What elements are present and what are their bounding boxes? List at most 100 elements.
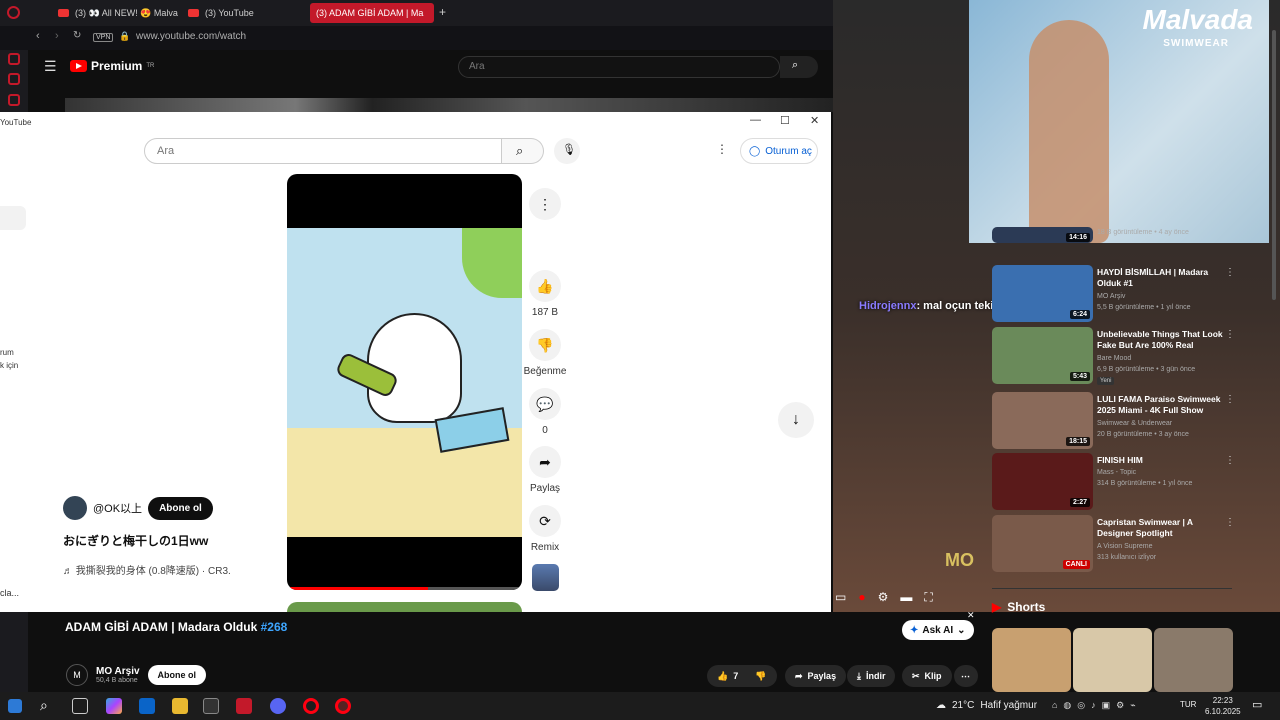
more-vert-icon[interactable]: ⋮ — [1225, 329, 1235, 340]
tab-1[interactable]: (3) 👀 All NEW! 😍 Malva — [52, 3, 184, 23]
vpn-badge[interactable]: VPN — [93, 33, 114, 42]
list-item[interactable]: 18:15 LULI FAMA Paraiso Swimweek 2025 Mi… — [992, 392, 1242, 450]
file-explorer-icon[interactable] — [172, 698, 188, 714]
short-video-player[interactable] — [287, 174, 522, 590]
remix-button[interactable]: ⟳ Remix — [529, 505, 561, 553]
autoplay-toggle-icon[interactable]: ● — [858, 590, 865, 604]
short-music[interactable]: ♬ 我撕裂我的身体 (0.8降速版) · CR3. — [63, 562, 231, 577]
live-badge: CANLI — [1062, 560, 1090, 569]
tab-3-active[interactable]: (3) ADAM GİBİ ADAM | Ma — [310, 3, 434, 23]
sound-thumbnail[interactable] — [532, 564, 559, 591]
short-menu[interactable]: ⋮ — [529, 188, 561, 220]
scrollbar[interactable] — [1272, 30, 1276, 300]
close-icon[interactable]: ✕ — [810, 114, 819, 127]
back-icon[interactable]: ‹ — [36, 30, 40, 42]
short-channel-row: @OK以上 Abone ol — [63, 496, 213, 520]
lock-icon: 🔒 — [119, 31, 131, 41]
notification-icon[interactable]: ▭ — [1252, 698, 1262, 711]
opera-gx-icon[interactable] — [335, 698, 351, 714]
channel-name[interactable]: @OK以上 — [93, 500, 142, 516]
close-icon[interactable]: ✕ — [967, 610, 975, 621]
reload-icon[interactable]: ↻ — [73, 30, 81, 41]
avatar[interactable] — [63, 496, 87, 520]
url-field[interactable]: www.youtube.com/watch — [136, 31, 246, 42]
short-thumbnail[interactable] — [1154, 628, 1233, 692]
sidebar-aria-icon[interactable] — [8, 73, 20, 85]
more-options-icon[interactable]: ⋮ — [716, 142, 728, 156]
list-item[interactable]: 2:27 FINISH HIM Mass - Topic 314 B görün… — [992, 453, 1242, 511]
more-vert-icon[interactable]: ⋮ — [1225, 267, 1235, 278]
subtitles-icon[interactable]: ▭ — [835, 590, 846, 604]
search-input[interactable]: Ara — [458, 56, 780, 78]
youtube-premium-logo[interactable]: Premium TR — [70, 59, 154, 73]
fullscreen-icon[interactable]: ⛶ — [924, 590, 932, 605]
next-short-button[interactable]: ↓ — [778, 402, 814, 438]
opera-icon[interactable] — [303, 698, 319, 714]
discord-icon[interactable] — [270, 698, 286, 714]
signin-button[interactable]: ◯ Oturum aç — [740, 138, 818, 164]
more-vert-icon[interactable]: ⋮ — [1225, 517, 1235, 528]
subscriber-count: 50,4 B abone — [96, 677, 138, 684]
language-indicator[interactable]: TUR — [1180, 700, 1196, 709]
tab-2[interactable]: (3) YouTube — [182, 3, 260, 23]
theater-mode-icon[interactable]: ▬ — [900, 590, 912, 604]
sparkle-icon: ✦ — [910, 624, 919, 636]
forward-icon[interactable]: › — [55, 30, 59, 42]
outlook-icon[interactable] — [139, 698, 155, 714]
weather-widget[interactable]: ☁ 21°C Hafif yağmur — [936, 700, 1037, 711]
ad-banner[interactable]: Malvada SWIMWEAR — [969, 0, 1269, 243]
maximize-icon[interactable]: ☐ — [780, 114, 790, 127]
dislike-button[interactable]: 👎 Beğenme — [524, 329, 566, 377]
progress-bar[interactable] — [287, 587, 522, 590]
list-item[interactable]: 14:16 18 B görüntüleme • 4 ay önce — [992, 227, 1242, 243]
search-icon[interactable]: ⌕ — [40, 697, 48, 714]
minimize-icon[interactable]: — — [750, 114, 761, 126]
scissors-icon: ✂ — [912, 670, 920, 681]
copilot-icon[interactable] — [106, 698, 122, 714]
share-button[interactable]: ➦ Paylaş — [529, 446, 561, 494]
short-thumbnail[interactable] — [992, 628, 1071, 692]
clip-button[interactable]: ✂ Klip — [902, 665, 952, 687]
video-strip — [65, 98, 833, 112]
voicemeeter-icon[interactable] — [236, 698, 252, 714]
channel-name[interactable]: MO Arşiv — [96, 666, 140, 677]
thumbs-up-icon[interactable]: 👍 — [717, 671, 728, 682]
list-item[interactable]: 5:43 Unbelievable Things That Look Fake … — [992, 327, 1242, 385]
sidebar-history-icon[interactable] — [8, 53, 20, 65]
left-edge-nav — [0, 206, 26, 230]
popup-search-button[interactable]: ⌕ — [502, 138, 544, 164]
share-button[interactable]: ➦ Paylaş — [785, 665, 847, 687]
more-actions-button[interactable]: ⋯ — [954, 665, 978, 687]
short-title[interactable]: おにぎりと梅干しの1日ww — [63, 532, 208, 549]
comments-button[interactable]: 💬 0 — [529, 388, 561, 436]
subscribe-button[interactable]: Abone ol — [147, 665, 207, 685]
short-thumbnail[interactable] — [1073, 628, 1152, 692]
youtube-favicon-icon — [58, 9, 69, 17]
like-button[interactable]: 👍 187 B — [529, 270, 561, 318]
clock[interactable]: 22:23 6.10.2025 — [1205, 695, 1241, 717]
hashtag-link[interactable]: #268 — [261, 620, 288, 634]
ad-brand: Malvada — [1142, 4, 1254, 35]
thumbs-down-icon[interactable]: 👎 — [755, 671, 766, 682]
more-vert-icon[interactable]: ⋮ — [1225, 394, 1235, 405]
task-view-icon[interactable] — [72, 698, 88, 714]
recording-app-icon[interactable] — [203, 698, 219, 714]
sidebar-wallet-icon[interactable] — [8, 94, 20, 106]
youtube-header: ☰ Premium TR Ara ⌕ — [28, 50, 833, 98]
list-item[interactable]: 6:24 HAYDİ BİSMİLLAH | Madara Olduk #1 M… — [992, 265, 1242, 323]
windows-start-icon[interactable] — [8, 699, 22, 713]
settings-icon[interactable]: ⚙ — [878, 590, 889, 604]
more-vert-icon[interactable]: ⋮ — [1225, 455, 1235, 466]
list-item[interactable]: CANLI Capristan Swimwear | A Designer Sp… — [992, 515, 1242, 573]
ask-ai-button[interactable]: ✦ Ask AI ⌄ — [902, 620, 974, 640]
subscribe-button[interactable]: Abone ol — [148, 496, 213, 520]
microphone-button[interactable]: 🎙 — [554, 138, 580, 164]
download-button[interactable]: ⤓ İndir — [847, 665, 896, 687]
opera-menu-icon[interactable] — [7, 6, 20, 19]
popup-search-input[interactable]: Ara — [144, 138, 502, 164]
search-button[interactable]: ⌕ — [780, 56, 818, 78]
channel-avatar[interactable]: M — [66, 664, 88, 686]
hamburger-menu-icon[interactable]: ☰ — [44, 58, 57, 75]
tray-icons[interactable]: ⌂◍◎♪▣⚙⌁ — [1052, 700, 1142, 711]
new-tab-button[interactable]: + — [439, 5, 446, 19]
